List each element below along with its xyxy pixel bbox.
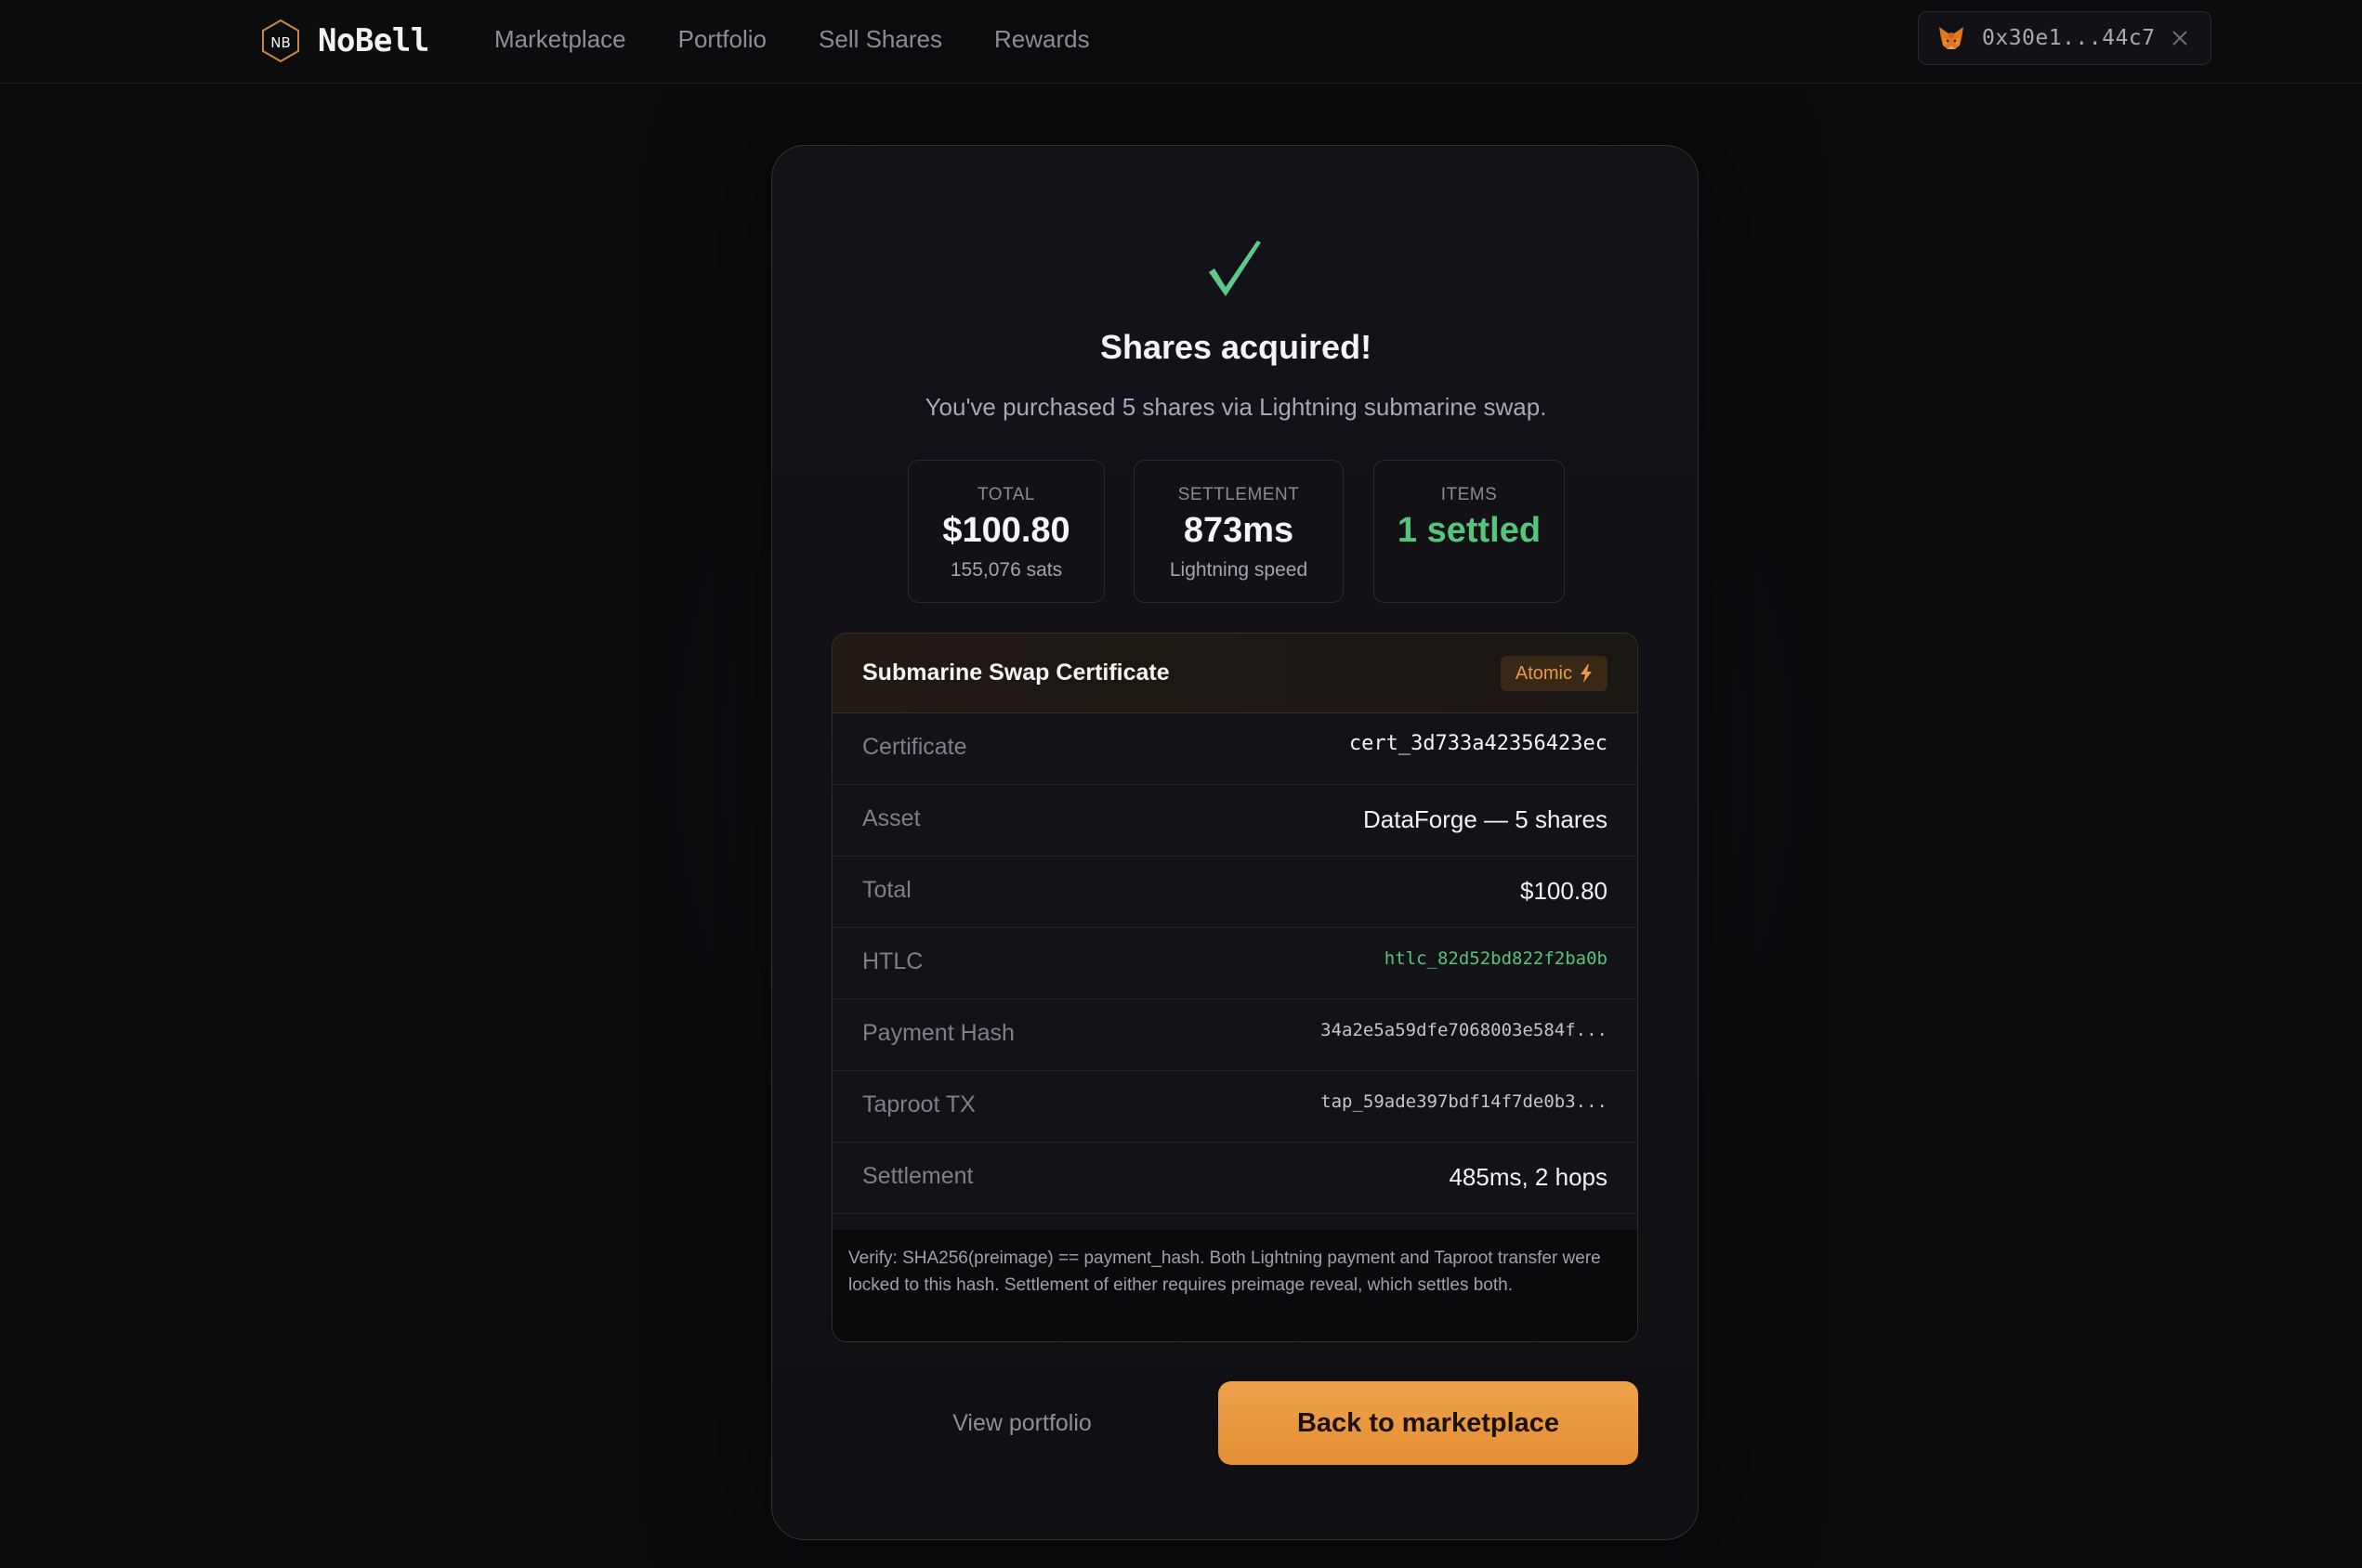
stat-value: $100.80 <box>942 511 1070 550</box>
lightning-bolt-icon <box>1581 664 1592 683</box>
stat-items: ITEMS 1 settled <box>1373 460 1565 603</box>
stat-label: SETTLEMENT <box>1177 485 1300 504</box>
nobell-logo-icon: NB <box>262 19 299 63</box>
metamask-fox-icon <box>1939 27 1963 49</box>
row-label: Asset <box>862 805 921 831</box>
certificate-row-settlement: Settlement 485ms, 2 hops <box>833 1143 1637 1214</box>
verification-note: Verify: SHA256(preimage) == payment_hash… <box>833 1230 1637 1341</box>
row-value: $100.80 <box>1520 877 1607 905</box>
badge-label: Atomic <box>1515 662 1572 684</box>
row-label: HTLC <box>862 948 924 974</box>
wallet-address: 0x30e1...44c7 <box>1982 26 2156 50</box>
row-value: cert_3d733a42356423ec <box>1348 732 1607 755</box>
wallet-button[interactable]: 0x30e1...44c7 <box>1918 11 2211 65</box>
certificate-row-total: Total $100.80 <box>833 856 1637 928</box>
success-title: Shares acquired! <box>1099 328 1372 366</box>
row-label: Total <box>862 877 912 903</box>
certificate-row-htlc: HTLC htlc_82d52bd822f2ba0b <box>833 928 1637 1000</box>
certificate-row-taproot-tx: Taproot TX tap_59ade397bdf14f7de0b3... <box>833 1071 1637 1143</box>
svg-text:NB: NB <box>270 34 291 51</box>
certificate-title: Submarine Swap Certificate <box>862 660 1170 686</box>
stat-note: Lightning speed <box>1169 559 1308 581</box>
row-label: Certificate <box>862 734 967 760</box>
certificate-row-id: Certificate cert_3d733a42356423ec <box>833 713 1637 785</box>
stat-note: 155,076 sats <box>950 559 1063 581</box>
success-subtitle: You've purchased 5 shares via Lightning … <box>925 393 1547 421</box>
stat-total: TOTAL $100.80 155,076 sats <box>908 460 1105 603</box>
nav-item-sell-shares[interactable]: Sell Shares <box>819 22 942 56</box>
row-value: DataForge — 5 shares <box>1362 805 1607 833</box>
row-value: tap_59ade397bdf14f7de0b3... <box>1320 1091 1607 1112</box>
nav-item-rewards[interactable]: Rewards <box>994 22 1090 56</box>
row-label: Settlement <box>862 1163 974 1189</box>
main-nav: Marketplace Portfolio Sell Shares Reward… <box>494 22 1090 56</box>
top-navigation-bar: NB NoBell Marketplace Portfolio Sell Sha… <box>0 0 2362 84</box>
view-portfolio-link[interactable]: View portfolio <box>832 1381 1213 1465</box>
back-to-marketplace-button[interactable]: Back to marketplace <box>1218 1381 1638 1465</box>
nav-item-portfolio[interactable]: Portfolio <box>678 22 767 56</box>
row-value: 485ms, 2 hops <box>1449 1163 1607 1191</box>
disconnect-close-icon[interactable] <box>2170 28 2190 48</box>
swap-certificate: Submarine Swap Certificate Atomic Certif… <box>832 633 1638 1342</box>
certificate-row-asset: Asset DataForge — 5 shares <box>833 785 1637 856</box>
certificate-header: Submarine Swap Certificate Atomic <box>833 634 1637 713</box>
stat-value: 873ms <box>1183 511 1294 550</box>
row-label: Payment Hash <box>862 1020 1015 1046</box>
stat-label: TOTAL <box>978 485 1035 504</box>
row-value: 34a2e5a59dfe7068003e584f... <box>1320 1020 1607 1040</box>
row-value: htlc_82d52bd822f2ba0b <box>1384 948 1607 969</box>
stat-settlement: SETTLEMENT 873ms Lightning speed <box>1134 460 1344 603</box>
row-label: Taproot TX <box>862 1091 976 1117</box>
nav-item-marketplace[interactable]: Marketplace <box>494 22 626 56</box>
stat-label: ITEMS <box>1440 485 1498 504</box>
brand-logo-link[interactable]: NB NoBell <box>260 15 429 67</box>
success-check-icon <box>1209 241 1261 296</box>
stat-value: 1 settled <box>1397 511 1542 550</box>
certificate-row-payment-hash: Payment Hash 34a2e5a59dfe7068003e584f... <box>833 1000 1637 1071</box>
atomic-badge: Atomic <box>1500 656 1607 691</box>
purchase-confirmation-card: Shares acquired! You've purchased 5 shar… <box>771 145 1699 1540</box>
app-name: NoBell <box>318 22 429 59</box>
